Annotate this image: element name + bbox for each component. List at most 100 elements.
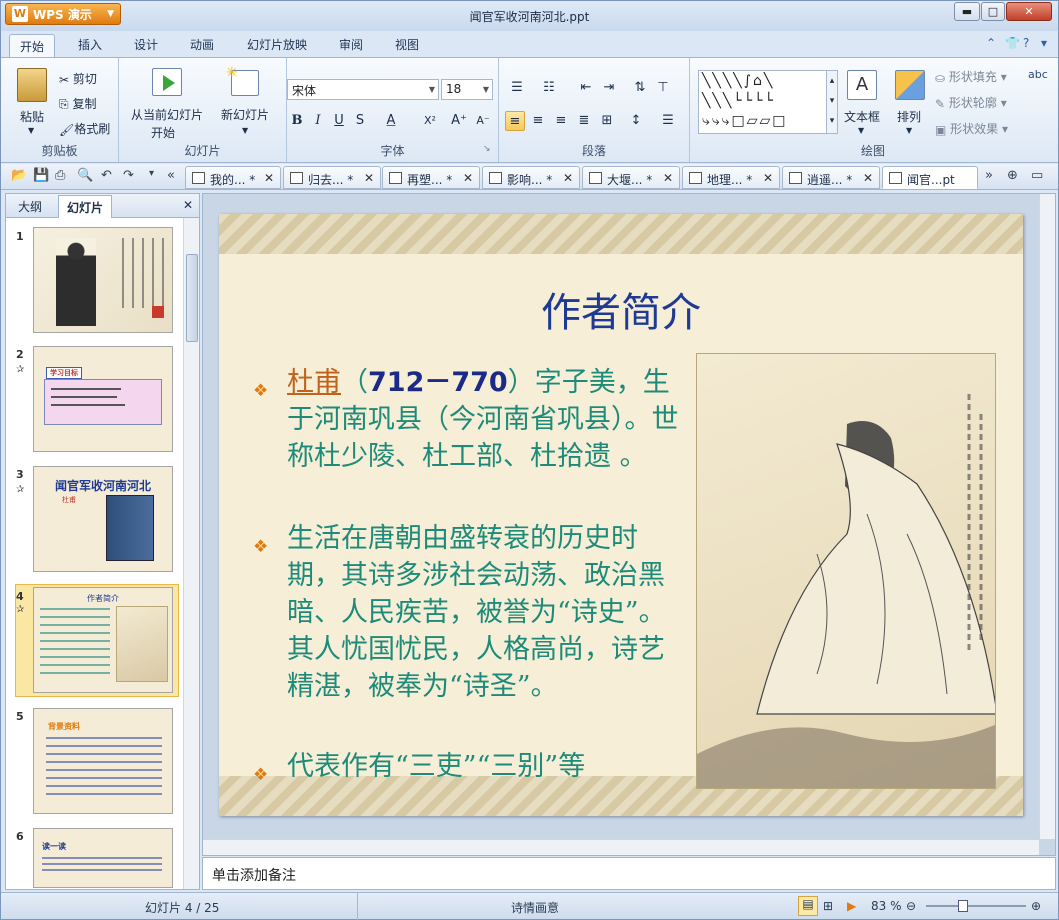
gallery-scroll-icon[interactable]: ▴ ▾ ▾: [826, 70, 838, 134]
line-spacing-icon[interactable]: ↕: [626, 111, 646, 131]
distribute-icon[interactable]: ⊞: [597, 111, 617, 131]
wordart-abc[interactable]: abc: [1028, 68, 1048, 81]
slide-thumbnail-selected[interactable]: 作者简介: [33, 587, 173, 693]
font-name-combo[interactable]: 宋体 ▼: [287, 79, 439, 100]
zoom-slider-handle[interactable]: [958, 900, 968, 912]
cut-button[interactable]: ✂ 剪切: [59, 70, 97, 87]
shape-effects-button[interactable]: ▣ 形状效果 ▾: [935, 120, 1008, 137]
chevron-down-icon[interactable]: ▼: [906, 126, 912, 135]
align-center-icon[interactable]: ≡: [528, 111, 548, 131]
paste-button[interactable]: 粘贴: [20, 108, 44, 125]
font-size-combo[interactable]: 18 ▼: [441, 79, 493, 100]
slide-thumbnail[interactable]: [33, 227, 173, 333]
chevron-down-icon[interactable]: ▼: [28, 126, 34, 135]
slide-thumbnail[interactable]: 闻官军收河南河北 杜甫: [33, 466, 173, 572]
close-icon[interactable]: ✕: [463, 171, 473, 185]
qat-customize-icon[interactable]: ▾: [149, 168, 154, 179]
zoom-out-icon[interactable]: ⊖: [906, 899, 916, 913]
new-tab-icon[interactable]: ⊕: [1007, 168, 1018, 183]
tab-list-icon[interactable]: ▭: [1031, 168, 1043, 183]
close-icon[interactable]: ✕: [264, 171, 274, 185]
tab-review[interactable]: 审阅: [339, 36, 363, 53]
zoom-slider[interactable]: [926, 905, 1026, 907]
shrink-font-button[interactable]: A⁻: [473, 111, 493, 131]
close-icon[interactable]: ✕: [183, 198, 193, 212]
doc-tab[interactable]: 我的... * ✕: [185, 166, 281, 189]
doc-tab[interactable]: 影响... * ✕: [482, 166, 580, 189]
bullet-paragraph-2[interactable]: ❖ 生活在唐朝由盛转衰的历史时期，其诗多涉社会动荡、政治黑暗、人民疾苦，被誉为“…: [253, 520, 679, 705]
slide-thumbnail[interactable]: 学习目标: [33, 346, 173, 452]
new-slide-button[interactable]: 新幻灯片: [221, 106, 269, 123]
bullets-icon[interactable]: ☰: [507, 78, 527, 98]
tab-design[interactable]: 设计: [134, 36, 158, 53]
doc-tab[interactable]: 地理... * ✕: [682, 166, 780, 189]
tab-home[interactable]: 开始: [9, 34, 56, 58]
align-left-icon[interactable]: ≡: [505, 111, 525, 131]
justify-icon[interactable]: ≣: [574, 111, 594, 131]
close-icon[interactable]: ✕: [563, 171, 573, 185]
hyperlink-dufu[interactable]: 杜甫: [287, 367, 341, 398]
tab-insert[interactable]: 插入: [78, 36, 102, 53]
doc-tab[interactable]: 再塑... * ✕: [382, 166, 480, 189]
chevron-down-icon[interactable]: ▾: [1041, 36, 1047, 50]
panel-scrollbar[interactable]: [183, 218, 199, 889]
shirt-skin-icon[interactable]: 👕: [1005, 36, 1020, 50]
arrange-button[interactable]: 排列: [897, 108, 921, 125]
superscript-button[interactable]: X²: [420, 111, 440, 131]
slide-thumbnail[interactable]: 读一读: [33, 828, 173, 888]
strikethrough-button[interactable]: S: [350, 111, 370, 131]
tabs-scroll-left-icon[interactable]: «: [167, 168, 175, 183]
tabs-scroll-right-icon[interactable]: »: [985, 168, 993, 183]
numbering-icon[interactable]: ☷: [539, 78, 559, 98]
shape-outline-button[interactable]: ✎ 形状轮廓 ▾: [935, 94, 1007, 111]
font-color-button[interactable]: A: [381, 111, 401, 131]
textbox-button[interactable]: 文本框: [844, 108, 880, 125]
save-icon[interactable]: 💾: [33, 168, 49, 183]
chevron-down-icon[interactable]: ▼: [858, 126, 864, 135]
columns-icon[interactable]: ☰: [658, 111, 678, 131]
maximize-button[interactable]: □: [981, 2, 1005, 21]
slideshow-icon[interactable]: ▶: [847, 899, 856, 913]
panel-scroll-thumb[interactable]: [186, 254, 198, 342]
decrease-indent-icon[interactable]: ⇤: [576, 78, 596, 98]
close-button[interactable]: ✕: [1006, 2, 1052, 21]
help-icon[interactable]: ?: [1023, 36, 1029, 50]
notes-pane[interactable]: 单击添加备注: [202, 857, 1056, 890]
text-direction-icon[interactable]: ⇅: [630, 78, 650, 98]
ribbon-collapse-icon[interactable]: ⌃: [986, 36, 996, 50]
align-text-icon[interactable]: ⊤: [653, 78, 673, 98]
font-dialog-launcher-icon[interactable]: ↘: [483, 144, 491, 154]
grow-font-button[interactable]: A⁺: [449, 111, 469, 131]
tab-view[interactable]: 视图: [395, 36, 419, 53]
print-preview-icon[interactable]: 🔍: [77, 168, 93, 183]
undo-icon[interactable]: ↶: [101, 168, 112, 183]
tab-outline[interactable]: 大纲: [18, 198, 42, 215]
doc-tab[interactable]: 归去... * ✕: [283, 166, 381, 189]
slide-canvas[interactable]: 作者简介 ❖ 杜甫（712－770）字子美，生于河南巩县（今河南省巩县）。世称杜…: [219, 214, 1023, 816]
slide-sorter-icon[interactable]: ⊞: [823, 899, 833, 913]
editor-horizontal-scrollbar[interactable]: [203, 839, 1039, 855]
slide-title[interactable]: 作者简介: [219, 280, 1023, 338]
minimize-button[interactable]: ▬: [954, 2, 980, 21]
slide-thumbnail[interactable]: 背景资料: [33, 708, 173, 814]
editor-vertical-scrollbar[interactable]: [1039, 194, 1055, 839]
increase-indent-icon[interactable]: ⇥: [599, 78, 619, 98]
tab-animation[interactable]: 动画: [190, 36, 214, 53]
from-current-slide-button-2[interactable]: 开始: [151, 124, 175, 141]
open-folder-icon[interactable]: 📂: [11, 168, 27, 183]
zoom-in-icon[interactable]: ⊕: [1031, 899, 1041, 913]
close-icon[interactable]: ✕: [364, 171, 374, 185]
chevron-down-icon[interactable]: ▼: [242, 126, 248, 135]
underline-button[interactable]: U: [329, 111, 349, 131]
italic-button[interactable]: I: [308, 111, 328, 131]
doc-tab-active[interactable]: 闻官...pt: [882, 166, 978, 189]
close-icon[interactable]: ✕: [663, 171, 673, 185]
redo-icon[interactable]: ↷: [123, 168, 134, 183]
close-icon[interactable]: ✕: [863, 171, 873, 185]
doc-tab[interactable]: 逍遥... * ✕: [782, 166, 880, 189]
close-icon[interactable]: ✕: [763, 171, 773, 185]
copy-button[interactable]: ⎘ 复制: [59, 95, 96, 112]
tab-slides[interactable]: 幻灯片: [58, 195, 113, 218]
shapes-gallery[interactable]: ╲╲╲╲∫⌂╲ ╲╲╲└└└└ ⤷⤷⤷□▱▱□: [698, 70, 834, 134]
normal-view-icon[interactable]: ▤: [798, 896, 818, 916]
